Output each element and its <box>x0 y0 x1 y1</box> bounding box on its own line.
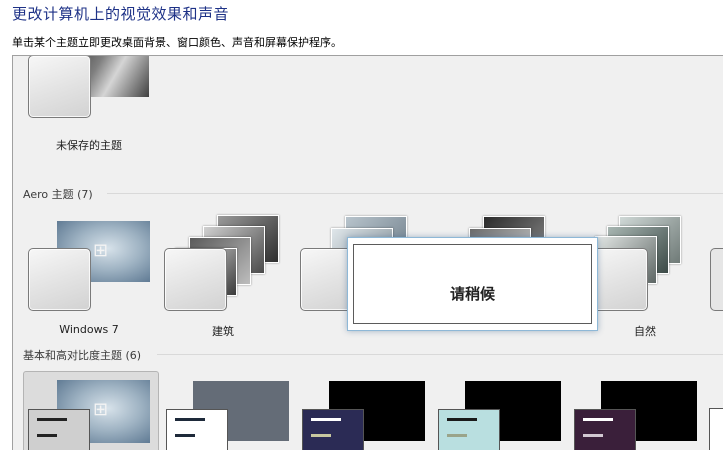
theme-tile-basic-5[interactable] <box>573 379 703 450</box>
theme-tile-basic-partial[interactable] <box>709 408 723 450</box>
windows-logo-icon: ⊞ <box>93 399 109 420</box>
theme-label: Windows 7 <box>59 323 119 336</box>
theme-tile-unsaved[interactable]: 未保存的主题 <box>27 56 151 160</box>
window-color-swatch <box>28 56 91 118</box>
window-preview <box>28 409 90 450</box>
page-description: 单击某个主题立即更改桌面背景、窗口颜色、声音和屏幕保护程序。 <box>12 36 342 49</box>
please-wait-text: 请稍候 <box>449 285 495 303</box>
theme-tile-nature[interactable]: 自然 <box>583 216 707 338</box>
theme-tile-architecture[interactable]: 建筑 <box>161 215 285 338</box>
section-header-basic: 基本和高对比度主题 (6) <box>23 347 723 362</box>
please-wait-dialog: 请稍候 <box>347 237 598 331</box>
window-color-swatch <box>164 248 227 311</box>
section-title: Aero 主题 (7) <box>23 188 93 201</box>
section-header-aero: Aero 主题 (7) <box>23 186 723 201</box>
divider <box>107 193 723 194</box>
theme-tile-aero-partial[interactable] <box>710 248 723 311</box>
theme-label: 自然 <box>634 325 656 338</box>
theme-tile-basic-2[interactable] <box>165 379 289 450</box>
window-preview <box>438 409 500 450</box>
theme-tile-basic-1[interactable]: ⊞ <box>27 379 151 450</box>
window-preview <box>574 409 636 450</box>
divider <box>157 354 723 355</box>
theme-label: 建筑 <box>212 325 234 338</box>
theme-tile-basic-4[interactable] <box>437 379 567 450</box>
windows-logo-icon: ⊞ <box>93 240 109 261</box>
theme-tile-basic-3[interactable] <box>301 379 431 450</box>
theme-tile-windows7[interactable]: ⊞ Windows 7 <box>27 220 151 338</box>
window-color-swatch <box>28 248 91 311</box>
window-preview <box>166 409 228 450</box>
dialog-inner-frame: 请稍候 <box>353 244 592 324</box>
section-title: 基本和高对比度主题 (6) <box>23 349 142 362</box>
page-title: 更改计算机上的视觉效果和声音 <box>12 5 230 23</box>
window-preview <box>302 409 364 450</box>
theme-label: 未保存的主题 <box>56 139 122 152</box>
